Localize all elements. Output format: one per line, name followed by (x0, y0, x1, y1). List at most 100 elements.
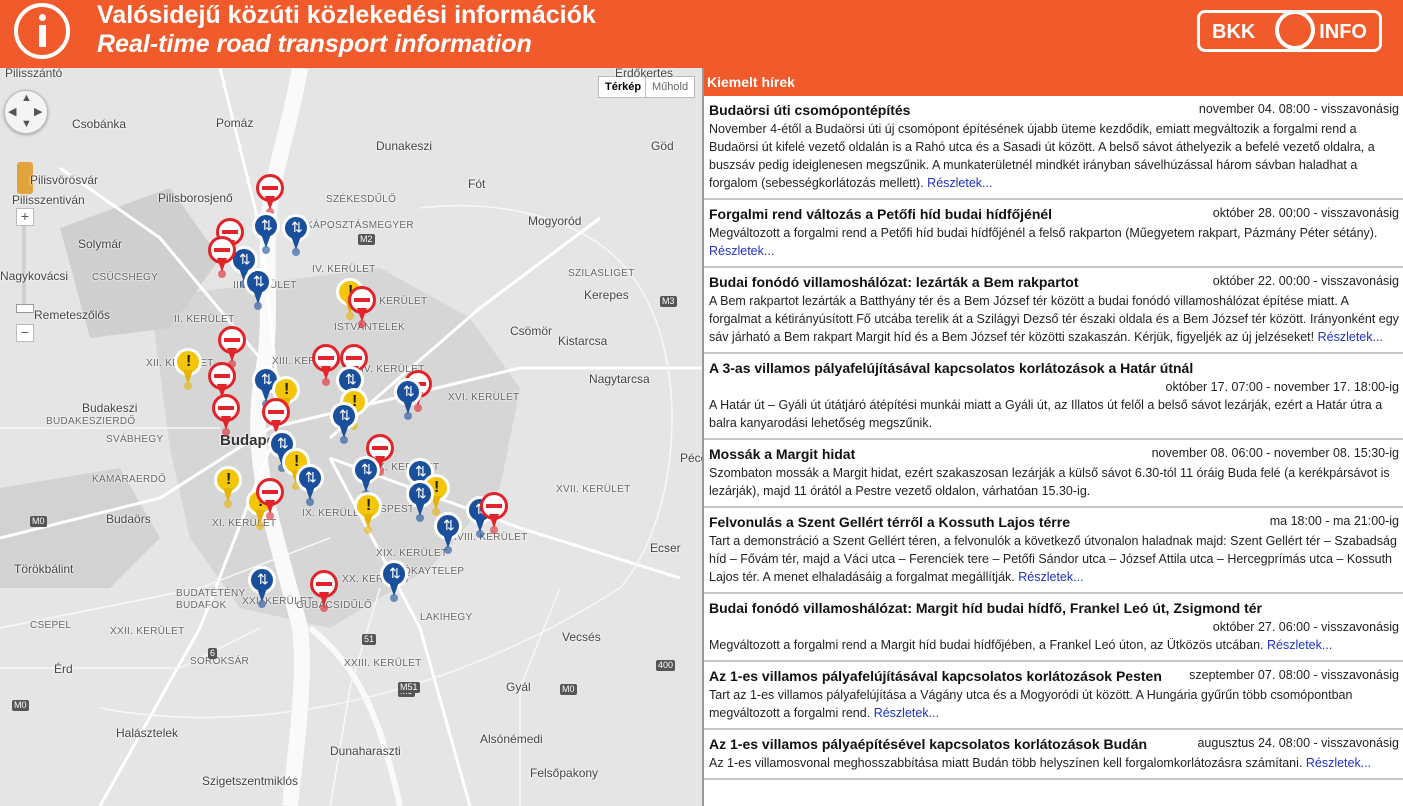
news-title[interactable]: Mossák a Margit hidat (709, 446, 855, 462)
news-panel: Kiemelt hírek november 04. 08:00 - vissz… (704, 68, 1403, 806)
news-title[interactable]: Az 1-es villamos pályaépítésével kapcsol… (709, 736, 1147, 752)
news-date: augusztus 24. 08:00 - visszavonásig (1197, 736, 1399, 750)
map-label: Szigetszentmiklós (202, 774, 299, 788)
map-label: Csömör (510, 324, 553, 338)
news-title[interactable]: Felvonulás a Szent Gellért térről a Koss… (709, 514, 1070, 530)
map-label: Alsónémedi (480, 732, 543, 746)
road-closure-marker[interactable] (212, 394, 240, 436)
map-label: Mogyoród (528, 214, 582, 228)
news-item[interactable]: szeptember 07. 08:00 - visszavonásig Az 1… (704, 662, 1403, 730)
news-date: október 17. 07:00 - november 17. 18:00-i… (1165, 380, 1399, 394)
warning-marker[interactable] (354, 492, 382, 534)
pan-left-icon[interactable]: ◀ (8, 105, 16, 118)
road-shield: M0 (12, 700, 29, 711)
news-item[interactable]: október 28. 00:00 - visszavonásig Forgalm… (704, 200, 1403, 268)
road-shield: M0 (560, 684, 577, 695)
logo-ring-icon (1275, 10, 1315, 50)
news-body: Megváltozott a forgalmi rend a Petőfi hí… (709, 226, 1378, 240)
map-label: Dunaharaszti (330, 744, 401, 758)
news-more-link[interactable]: Részletek... (1306, 756, 1371, 770)
news-date: október 28. 00:00 - visszavonásig (1212, 206, 1399, 220)
news-more-link[interactable]: Részletek... (1018, 570, 1083, 584)
lane-restriction-marker[interactable] (434, 512, 462, 554)
district-label: XXII. KERÜLET (110, 626, 185, 637)
road-shield: 400 (656, 660, 676, 671)
map-label: Pilisborosjenő (158, 191, 233, 205)
district-label: CSEPEL (30, 620, 72, 631)
road-shield: M0 (30, 516, 47, 527)
road-closure-marker[interactable] (480, 492, 508, 534)
pan-down-icon[interactable]: ▼ (21, 118, 32, 130)
warning-marker[interactable] (214, 466, 242, 508)
news-item[interactable]: ma 18:00 - ma 21:00-ig Felvonulás a Szent… (704, 508, 1403, 594)
news-item[interactable]: október 22. 00:00 - visszavonásig Budai f… (704, 268, 1403, 354)
road-shield: M51 (398, 682, 420, 693)
road-closure-marker[interactable] (256, 174, 284, 216)
lane-restriction-marker[interactable] (380, 560, 408, 602)
page-title-hu: Valósidejű közúti közlekedési információ… (97, 1, 596, 29)
news-more-link[interactable]: Részletek... (1318, 330, 1383, 344)
news-title[interactable]: Budaörsi úti csomópontépítés (709, 102, 910, 118)
news-title[interactable]: Forgalmi rend változás a Petőfi híd buda… (709, 206, 1052, 222)
news-title[interactable]: Budai fonódó villamoshálózat: lezárták a… (709, 274, 1079, 290)
news-date: ma 18:00 - ma 21:00-ig (1269, 514, 1399, 528)
news-item[interactable]: A 3-as villamos pályafelújításával kapcs… (704, 354, 1403, 440)
district-label: XVI. KERÜLET (448, 392, 520, 403)
road-closure-marker[interactable] (310, 570, 338, 612)
road-closure-marker[interactable] (218, 326, 246, 368)
district-label: SVÁBHEGY (106, 434, 164, 445)
lane-restriction-marker[interactable] (352, 456, 380, 498)
news-body: A Bem rakpartot lezárták a Batthyány tér… (709, 294, 1399, 344)
district-label: IV. KERÜLET (312, 264, 376, 275)
lane-restriction-marker[interactable] (244, 268, 272, 310)
news-title[interactable]: Budai fonódó villamoshálózat: Margit híd… (709, 600, 1262, 616)
lane-restriction-marker[interactable] (282, 214, 310, 256)
map-label: Budakeszi (82, 401, 138, 415)
news-item[interactable]: november 04. 08:00 - visszavonásig Budaör… (704, 96, 1403, 200)
map-label: Budaörs (106, 512, 151, 526)
road-closure-marker[interactable] (256, 478, 284, 520)
page-title-en: Real-time road transport information (97, 30, 532, 58)
district-label: BUDAFOK (176, 600, 227, 611)
news-item[interactable]: Budai fonódó villamoshálózat: Margit híd… (704, 594, 1403, 662)
lane-restriction-marker[interactable] (406, 480, 434, 522)
lane-restriction-marker[interactable] (296, 464, 324, 506)
news-title[interactable]: A 3-as villamos pályafelújításával kapcs… (709, 360, 1193, 376)
map-label: Nagytarcsa (589, 372, 650, 386)
news-item[interactable]: augusztus 24. 08:00 - visszavonásig Az 1-… (704, 730, 1403, 780)
news-date: november 04. 08:00 - visszavonásig (1198, 102, 1399, 116)
news-title[interactable]: Az 1-es villamos pályafelújításával kapc… (709, 668, 1162, 684)
map-label: Pilisszentiván (12, 193, 85, 207)
map-label: Solymár (78, 237, 123, 251)
zoom-slider-handle[interactable] (16, 304, 34, 313)
news-item[interactable]: november 08. 06:00 - november 08. 15:30-… (704, 440, 1403, 508)
map-label: Vecsés (562, 630, 601, 644)
zoom-out-button[interactable]: − (16, 324, 34, 342)
road-closure-marker[interactable] (208, 236, 236, 278)
zoom-slider-track[interactable] (22, 226, 26, 306)
bkk-info-logo[interactable]: BKK INFO (1197, 10, 1382, 52)
map-label: Kistarcsa (558, 334, 608, 348)
page-header: Valósidejű közúti közlekedési információ… (0, 0, 1403, 68)
news-more-link[interactable]: Részletek... (709, 244, 774, 258)
lane-restriction-marker[interactable] (394, 378, 422, 420)
district-label: BUDAKESZIERDŐ (46, 416, 136, 427)
road-closure-marker[interactable] (348, 286, 376, 328)
lane-restriction-marker[interactable] (330, 402, 358, 444)
warning-marker[interactable] (174, 348, 202, 390)
news-more-link[interactable]: Részletek... (874, 706, 939, 720)
news-more-link[interactable]: Részletek... (927, 176, 992, 190)
traffic-map[interactable]: Térkép Műhold ▲ ▼ ◀ ▶ + − Pilisszántó Er… (0, 68, 702, 806)
pan-right-icon[interactable]: ▶ (34, 105, 42, 118)
map-label: Göd (651, 139, 674, 153)
map-label: Csobánka (72, 117, 127, 131)
district-label: KÁPOSZTÁSMEGYER (306, 220, 414, 231)
district-label: LAKIHEGY (420, 612, 473, 623)
news-more-link[interactable]: Részletek... (1267, 638, 1332, 652)
zoom-in-button[interactable]: + (16, 208, 34, 226)
lane-restriction-marker[interactable] (248, 566, 276, 608)
pan-control[interactable]: ▲ ▼ ◀ ▶ (4, 90, 48, 134)
pan-up-icon[interactable]: ▲ (21, 92, 32, 104)
map-label: Péce (680, 451, 702, 465)
map-label: Érd (54, 662, 73, 676)
